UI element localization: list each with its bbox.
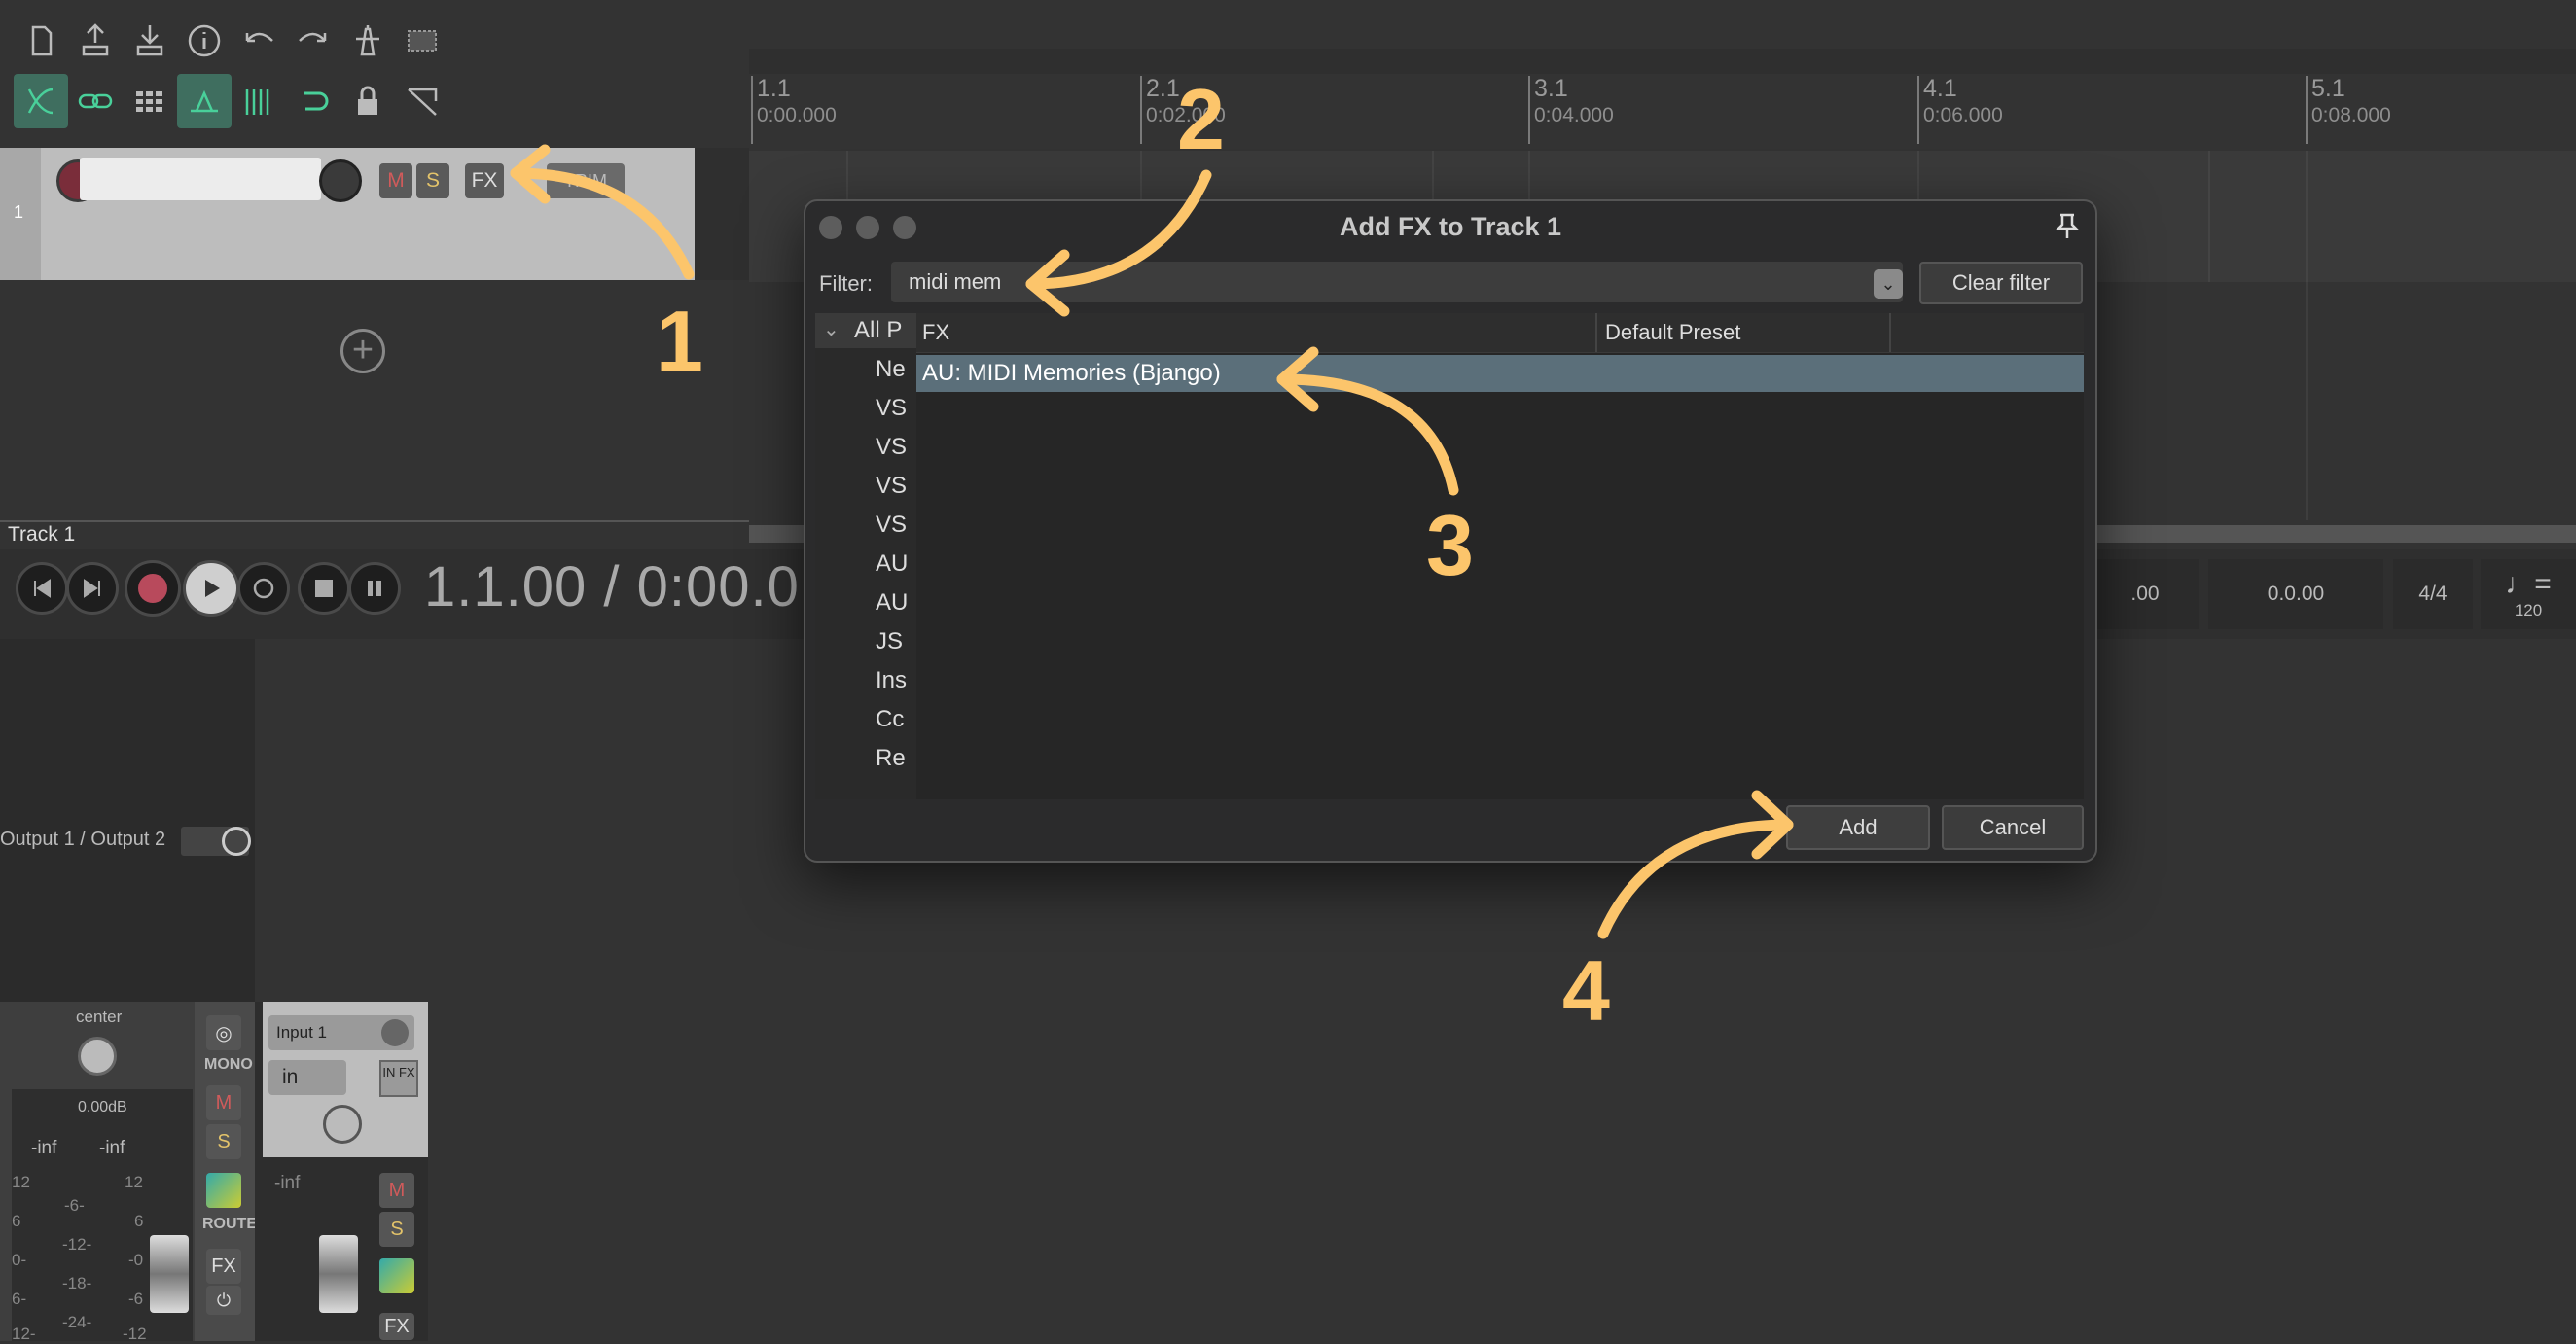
annotation-number-1: 1 bbox=[656, 293, 703, 389]
arrow-1 bbox=[510, 167, 695, 280]
annotation-number-2: 2 bbox=[1177, 71, 1225, 167]
annotation-number-4: 4 bbox=[1562, 942, 1610, 1039]
annotation-arrows bbox=[510, 144, 1794, 939]
arrow-4 bbox=[1597, 819, 1794, 939]
annotation-number-3: 3 bbox=[1426, 497, 1474, 593]
